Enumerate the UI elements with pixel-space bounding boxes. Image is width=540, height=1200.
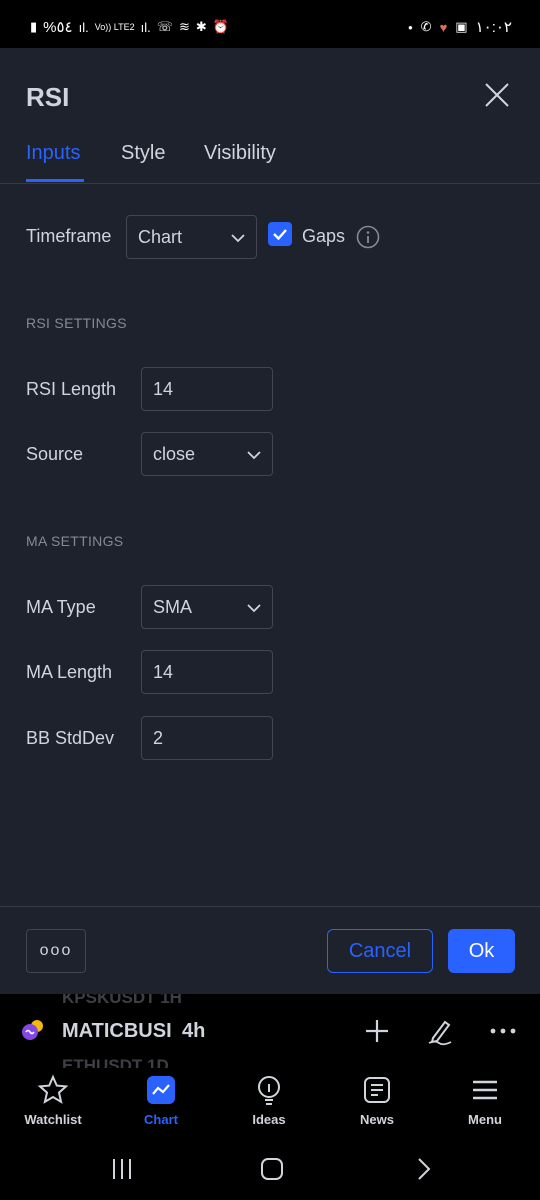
system-navigation-bar [0, 1138, 540, 1200]
nav-label: Ideas [252, 1112, 286, 1127]
nav-chart[interactable]: Chart [121, 1074, 201, 1127]
missed-call-icon: ✆ [420, 19, 432, 34]
nav-ideas[interactable]: Ideas [229, 1074, 309, 1127]
gaps-label: Gaps [302, 226, 346, 246]
menu-icon [473, 1080, 497, 1100]
bb-stddev-label: BB StdDev [26, 728, 115, 748]
ma-type-label: MA Type [26, 597, 96, 617]
add-icon[interactable] [362, 1016, 392, 1046]
network-type: Vo)) LTE2 [94, 21, 135, 32]
bottom-navigation: Watchlist Chart Ideas News Menu [0, 1068, 540, 1138]
symbol-name[interactable]: MATICBUSI [62, 1020, 172, 1043]
signal-icon-2: ıl. [140, 19, 151, 35]
rsi-settings-header: RSI SETTINGS [26, 315, 127, 331]
ma-type-select[interactable]: SMA [141, 585, 273, 629]
source-value: close [153, 443, 196, 464]
lightbulb-icon [258, 1076, 280, 1105]
source-label: Source [26, 444, 84, 464]
ma-settings-header: MA SETTINGS [26, 533, 124, 549]
home-icon[interactable] [257, 1156, 287, 1182]
nav-label: Watchlist [24, 1112, 82, 1127]
footer-divider [0, 906, 540, 907]
chart-icon [147, 1076, 175, 1104]
tab-style[interactable]: Style [121, 142, 165, 165]
drawing-pen-icon[interactable] [425, 1016, 455, 1046]
tab-visibility[interactable]: Visibility [204, 142, 276, 165]
rsi-length-value: 14 [153, 378, 174, 399]
nav-label: Chart [144, 1112, 178, 1127]
chevron-down-icon [231, 234, 245, 243]
bb-stddev-input[interactable]: 2 [141, 716, 273, 760]
alarm-icon: ⏰ [212, 19, 229, 34]
rsi-length-input[interactable]: 14 [141, 367, 273, 411]
nav-label: News [360, 1112, 394, 1127]
ma-type-value: SMA [153, 596, 193, 617]
rsi-length-label: RSI Length [26, 379, 117, 399]
back-icon[interactable] [408, 1156, 438, 1182]
more-options-button[interactable]: ooo [26, 929, 86, 973]
source-select[interactable]: close [141, 432, 273, 476]
nav-menu[interactable]: Menu [445, 1074, 525, 1127]
timeframe-label: Timeframe [26, 226, 112, 246]
gallery-icon: ▣ [455, 19, 468, 34]
tab-inputs[interactable]: Inputs [26, 142, 80, 165]
bb-stddev-value: 2 [153, 727, 164, 748]
close-icon[interactable] [484, 82, 510, 108]
tab-bar: Inputs Style Visibility [0, 138, 540, 184]
wifi-icon: ≋ [179, 19, 190, 34]
recent-apps-icon[interactable] [107, 1156, 137, 1182]
ma-length-label: MA Length [26, 662, 113, 682]
more-horizontal-icon[interactable] [488, 1016, 518, 1046]
symbol-bar: KPSKUSDT 1H MATICBUSI 4h ETHUSDT 1D [0, 994, 540, 1068]
bluetooth-icon: ✱ [195, 19, 207, 34]
ghost-symbol-above: KPSKUSDT 1H [62, 994, 182, 1007]
status-bar: ▮ %٥٤ ıl. Vo)) LTE2 ıl. ☏ ≋ ✱ ⏰ • ✆ ♥ ▣ … [0, 0, 540, 48]
ok-button[interactable]: Ok [448, 929, 515, 973]
clock: ١٠:٠٢ [475, 19, 512, 36]
chevron-down-icon [247, 604, 261, 613]
ma-length-input[interactable]: 14 [141, 650, 273, 694]
indicator-settings-dialog: RSI Inputs Style Visibility Timeframe Ch… [0, 48, 540, 994]
news-icon [364, 1077, 390, 1103]
nav-watchlist[interactable]: Watchlist [13, 1074, 93, 1127]
gaps-checkbox[interactable] [268, 222, 292, 246]
more-icon: ooo [39, 942, 73, 959]
coin-logo-icon[interactable] [20, 1018, 46, 1042]
nav-news[interactable]: News [337, 1074, 417, 1127]
symbol-interval[interactable]: 4h [182, 1020, 205, 1043]
ghost-symbol-below: ETHUSDT 1D [62, 1056, 169, 1068]
health-icon: ♥ [439, 19, 448, 35]
checkmark-icon [273, 229, 287, 241]
notification-dot-icon: • [408, 19, 413, 35]
signal-icon: ıl. [78, 19, 89, 35]
timeframe-value: Chart [138, 226, 183, 247]
chevron-down-icon [247, 451, 261, 460]
ma-length-value: 14 [153, 661, 174, 682]
timeframe-select[interactable]: Chart [126, 215, 257, 259]
wifi-call-icon: ☏ [156, 19, 173, 34]
star-icon [37, 1074, 69, 1104]
nav-label: Menu [468, 1112, 502, 1127]
cancel-button[interactable]: Cancel [327, 929, 433, 973]
battery-level: %٥٤ [43, 19, 73, 36]
dialog-title: RSI [26, 82, 70, 112]
info-icon[interactable] [356, 225, 380, 249]
battery-icon: ▮ [30, 19, 38, 34]
active-tab-indicator [26, 179, 84, 182]
